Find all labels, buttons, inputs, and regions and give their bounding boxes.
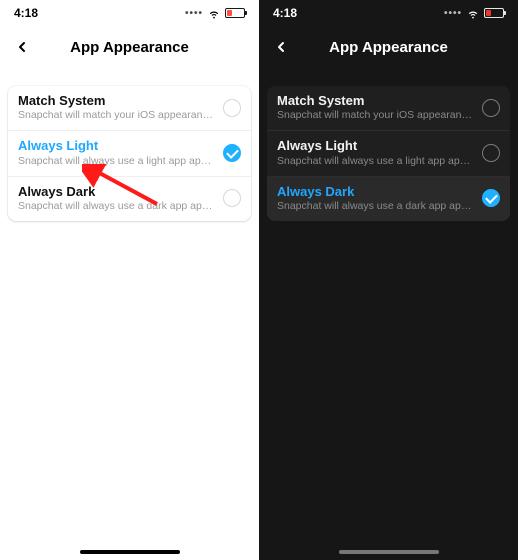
- battery-icon: [225, 8, 245, 18]
- status-bar: 4:18 ••••: [0, 0, 259, 26]
- option-always-light[interactable]: Always Light Snapchat will always use a …: [267, 130, 510, 175]
- screenshot-dark: 4:18 •••• App Appearance Match System Sn…: [259, 0, 518, 560]
- option-always-dark[interactable]: Always Dark Snapchat will always use a d…: [267, 176, 510, 221]
- nav-header: App Appearance: [0, 26, 259, 68]
- radio-icon[interactable]: [223, 189, 241, 207]
- radio-checked-icon[interactable]: [482, 189, 500, 207]
- status-bar: 4:18 ••••: [259, 0, 518, 26]
- status-time: 4:18: [273, 6, 297, 20]
- option-subtitle: Snapchat will match your iOS appearance …: [277, 109, 474, 122]
- home-indicator[interactable]: [339, 550, 439, 554]
- radio-icon[interactable]: [482, 99, 500, 117]
- back-button[interactable]: [269, 35, 293, 59]
- cellular-dots-icon: ••••: [444, 8, 462, 19]
- option-title: Always Dark: [277, 184, 474, 200]
- nav-header: App Appearance: [259, 26, 518, 68]
- option-title: Match System: [18, 93, 215, 109]
- option-match-system[interactable]: Match System Snapchat will match your iO…: [8, 86, 251, 130]
- home-indicator[interactable]: [80, 550, 180, 554]
- status-time: 4:18: [14, 6, 38, 20]
- option-subtitle: Snapchat will match your iOS appearance …: [18, 109, 215, 122]
- cellular-dots-icon: ••••: [185, 8, 203, 19]
- options-list: Match System Snapchat will match your iO…: [0, 68, 259, 221]
- page-title: App Appearance: [70, 39, 189, 56]
- radio-icon[interactable]: [482, 144, 500, 162]
- option-subtitle: Snapchat will always use a light app app…: [277, 155, 474, 168]
- back-button[interactable]: [10, 35, 34, 59]
- option-title: Always Dark: [18, 184, 215, 200]
- option-always-dark[interactable]: Always Dark Snapchat will always use a d…: [8, 176, 251, 221]
- status-icons: ••••: [185, 6, 245, 20]
- status-icons: ••••: [444, 6, 504, 20]
- battery-icon: [484, 8, 504, 18]
- option-subtitle: Snapchat will always use a light app app…: [18, 155, 215, 168]
- screenshot-light: 4:18 •••• App Appearance Match System Sn…: [0, 0, 259, 560]
- option-title: Match System: [277, 93, 474, 109]
- radio-icon[interactable]: [223, 99, 241, 117]
- option-subtitle: Snapchat will always use a dark app appe…: [277, 200, 474, 213]
- option-always-light[interactable]: Always Light Snapchat will always use a …: [8, 130, 251, 175]
- option-subtitle: Snapchat will always use a dark app appe…: [18, 200, 215, 213]
- option-match-system[interactable]: Match System Snapchat will match your iO…: [267, 86, 510, 130]
- wifi-icon: [466, 6, 480, 20]
- page-title: App Appearance: [329, 39, 448, 56]
- radio-checked-icon[interactable]: [223, 144, 241, 162]
- options-list: Match System Snapchat will match your iO…: [259, 68, 518, 221]
- option-title: Always Light: [277, 138, 474, 154]
- option-title: Always Light: [18, 138, 215, 154]
- wifi-icon: [207, 6, 221, 20]
